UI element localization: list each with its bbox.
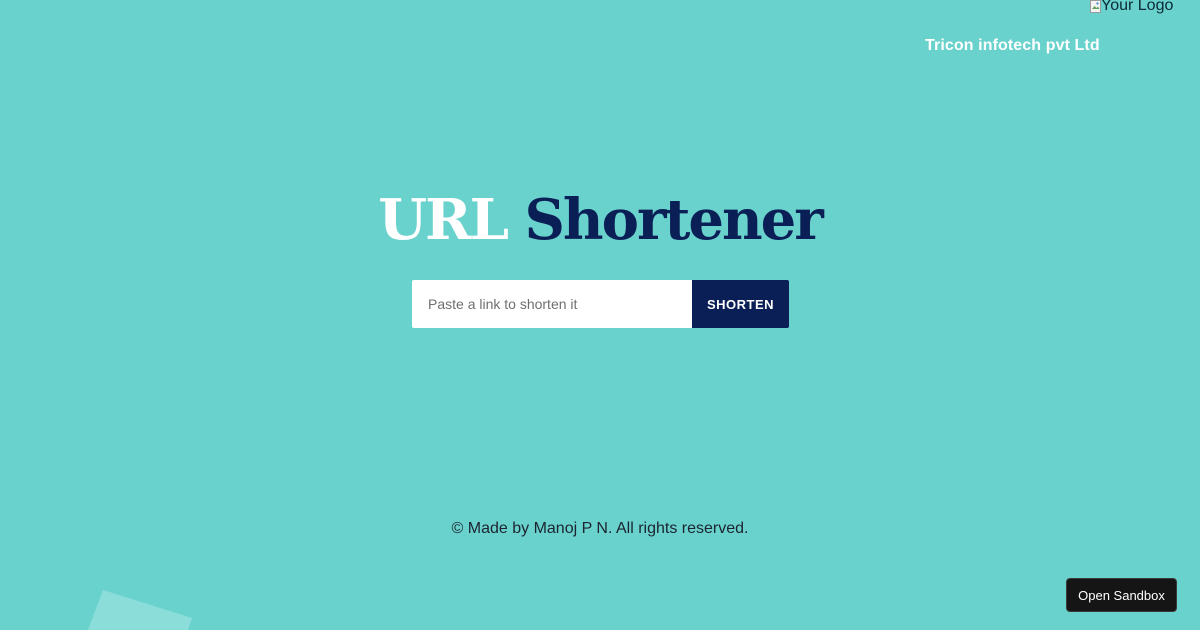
title-word-shortener: Shortener	[524, 187, 823, 253]
shorten-form: SHORTEN	[412, 280, 789, 328]
decorative-shape	[88, 590, 192, 630]
footer-copyright: © Made by Manoj P N. All rights reserved…	[451, 520, 749, 537]
broken-image-icon	[1090, 0, 1101, 13]
logo: Your Logo	[1090, 0, 1173, 14]
page-title: URL Shortener	[0, 182, 1200, 258]
title-word-url: URL	[378, 187, 509, 253]
shorten-button[interactable]: SHORTEN	[692, 280, 789, 328]
logo-alt-text: Your Logo	[1101, 0, 1174, 14]
open-sandbox-button[interactable]: Open Sandbox	[1066, 578, 1177, 612]
company-name: Tricon infotech pvt Ltd	[925, 37, 1100, 54]
url-input[interactable]	[412, 280, 692, 328]
